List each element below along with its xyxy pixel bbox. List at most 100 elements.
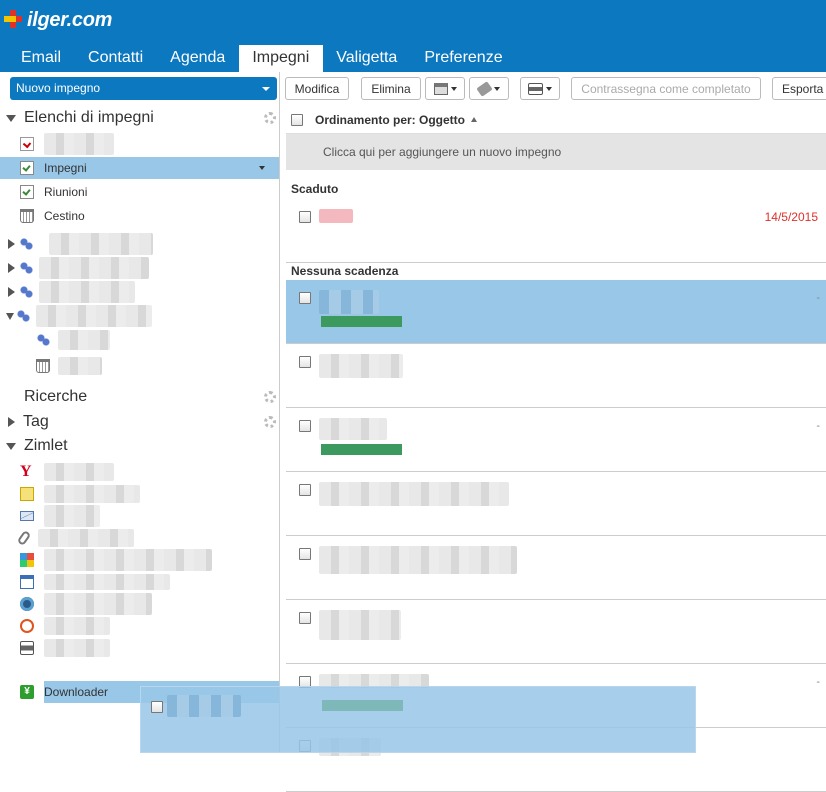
task-dash: - xyxy=(816,292,820,304)
chevron-down-icon xyxy=(450,86,457,91)
collapse-triangle-icon[interactable] xyxy=(6,442,16,450)
delete-button[interactable]: Elimina xyxy=(361,77,421,100)
mark-complete-button[interactable]: Contrassegna come completato xyxy=(571,77,761,100)
blurred-label xyxy=(44,463,114,481)
blurred-label xyxy=(44,505,100,527)
gear-icon[interactable] xyxy=(264,391,276,403)
sidebar-item-impegni[interactable]: Impegni xyxy=(0,157,279,179)
tab-email[interactable]: Email xyxy=(8,45,75,72)
blurred-label xyxy=(44,549,212,571)
zimlet-item[interactable] xyxy=(0,483,279,505)
move-button[interactable] xyxy=(425,77,465,100)
zimlet-item[interactable] xyxy=(0,637,279,659)
blurred-task-title xyxy=(319,482,509,506)
zimlet-item[interactable] xyxy=(0,527,279,549)
task-checkbox[interactable] xyxy=(299,612,311,624)
select-all-checkbox[interactable] xyxy=(291,113,303,126)
collapse-triangle-icon[interactable] xyxy=(6,114,16,122)
expand-triangle-icon[interactable] xyxy=(8,239,15,249)
gear-icon[interactable] xyxy=(264,416,276,428)
blurred-label xyxy=(38,529,134,547)
task-row[interactable] xyxy=(286,536,826,600)
zimlet-item[interactable] xyxy=(0,549,279,571)
task-row[interactable] xyxy=(286,344,826,408)
add-task-row[interactable]: Clicca qui per aggiungere un nuovo impeg… xyxy=(286,134,826,170)
export-button[interactable]: Esporta xyxy=(772,77,826,100)
shared-list-item[interactable] xyxy=(0,233,279,255)
zimlet-header[interactable]: Zimlet xyxy=(6,437,68,455)
window-icon xyxy=(20,575,34,589)
task-list-icon xyxy=(20,185,34,199)
task-due-date: 14/5/2015 xyxy=(764,210,818,224)
shared-sub-item[interactable] xyxy=(0,329,279,351)
task-checkbox xyxy=(151,701,163,713)
trash-icon xyxy=(36,359,50,373)
sort-label[interactable]: Ordinamento per: Oggetto xyxy=(315,113,465,127)
task-checkbox[interactable] xyxy=(299,211,311,223)
envelope-icon xyxy=(20,511,34,521)
task-row[interactable] xyxy=(286,472,826,536)
blurred-task-title xyxy=(319,546,517,574)
sidebar-item-label: Cestino xyxy=(44,209,85,223)
gear-icon[interactable] xyxy=(264,112,276,124)
tab-agenda[interactable]: Agenda xyxy=(157,45,239,72)
task-row[interactable]: - xyxy=(286,280,826,344)
sidebar-item-cestino[interactable]: Cestino xyxy=(0,205,279,227)
chevron-down-icon[interactable] xyxy=(259,166,265,170)
sidebar-item-label: Riunioni xyxy=(44,185,88,199)
task-checkbox[interactable] xyxy=(299,356,311,368)
clock-icon xyxy=(20,619,34,633)
tags-header[interactable]: Tag xyxy=(6,413,49,431)
task-checkbox[interactable] xyxy=(299,292,311,304)
group-no-due-label: Nessuna scadenza xyxy=(291,264,399,278)
new-task-button[interactable]: Nuovo impegno xyxy=(10,77,277,100)
logo-text: ilger.com xyxy=(27,8,113,31)
tab-valigetta[interactable]: Valigetta xyxy=(323,45,411,72)
shared-list-item[interactable] xyxy=(0,305,279,327)
expand-triangle-icon[interactable] xyxy=(8,263,15,273)
task-lists-header[interactable]: Elenchi di impegni xyxy=(6,109,154,127)
logo[interactable]: ilger.com xyxy=(4,8,112,32)
yahoo-icon: Y xyxy=(20,463,32,480)
tab-impegni[interactable]: Impegni xyxy=(239,45,324,72)
zimlet-item[interactable] xyxy=(0,505,279,527)
task-checkbox[interactable] xyxy=(299,420,311,432)
tab-preferenze[interactable]: Preferenze xyxy=(411,45,516,72)
zimlet-item[interactable] xyxy=(0,615,279,637)
task-checkbox[interactable] xyxy=(299,548,311,560)
expand-triangle-icon[interactable] xyxy=(8,417,15,427)
collapse-triangle-icon[interactable] xyxy=(6,312,14,320)
download-icon: ¥ xyxy=(20,685,34,699)
expand-triangle-icon[interactable] xyxy=(8,287,15,297)
blurred-task-title xyxy=(319,354,403,378)
searches-title: Ricerche xyxy=(24,388,88,405)
blurred-label xyxy=(36,305,152,327)
zimlet-item[interactable]: Y xyxy=(0,461,279,483)
shared-list-item[interactable] xyxy=(0,257,279,279)
task-checkbox[interactable] xyxy=(299,484,311,496)
zimlet-item[interactable] xyxy=(0,571,279,593)
printer-icon xyxy=(528,82,543,95)
modify-button[interactable]: Modifica xyxy=(285,77,349,100)
blurred-task-title xyxy=(319,610,401,640)
chevron-down-icon[interactable] xyxy=(262,87,270,91)
tag-button[interactable] xyxy=(469,77,509,100)
sidebar: Nuovo impegno Elenchi di impegni Impegni… xyxy=(0,72,280,753)
shared-list-item[interactable] xyxy=(0,281,279,303)
shared-sub-item[interactable] xyxy=(0,355,279,377)
task-row[interactable]: - xyxy=(286,408,826,472)
print-button[interactable] xyxy=(520,77,560,100)
blurred-label xyxy=(44,593,152,615)
searches-header[interactable]: Ricerche xyxy=(24,388,87,406)
colorful-square-icon xyxy=(20,553,34,567)
sort-arrow-icon[interactable] xyxy=(471,117,477,122)
sidebar-item-riunioni[interactable]: Riunioni xyxy=(0,181,279,203)
tab-contatti[interactable]: Contatti xyxy=(75,45,157,72)
task-dash: - xyxy=(816,676,820,688)
task-row[interactable] xyxy=(286,600,826,664)
zimlet-item[interactable] xyxy=(0,593,279,615)
blurred-label xyxy=(39,281,135,303)
blurred-label xyxy=(49,233,153,255)
sidebar-item-blurred[interactable] xyxy=(0,133,279,155)
task-row[interactable]: 14/5/2015 xyxy=(286,199,826,263)
